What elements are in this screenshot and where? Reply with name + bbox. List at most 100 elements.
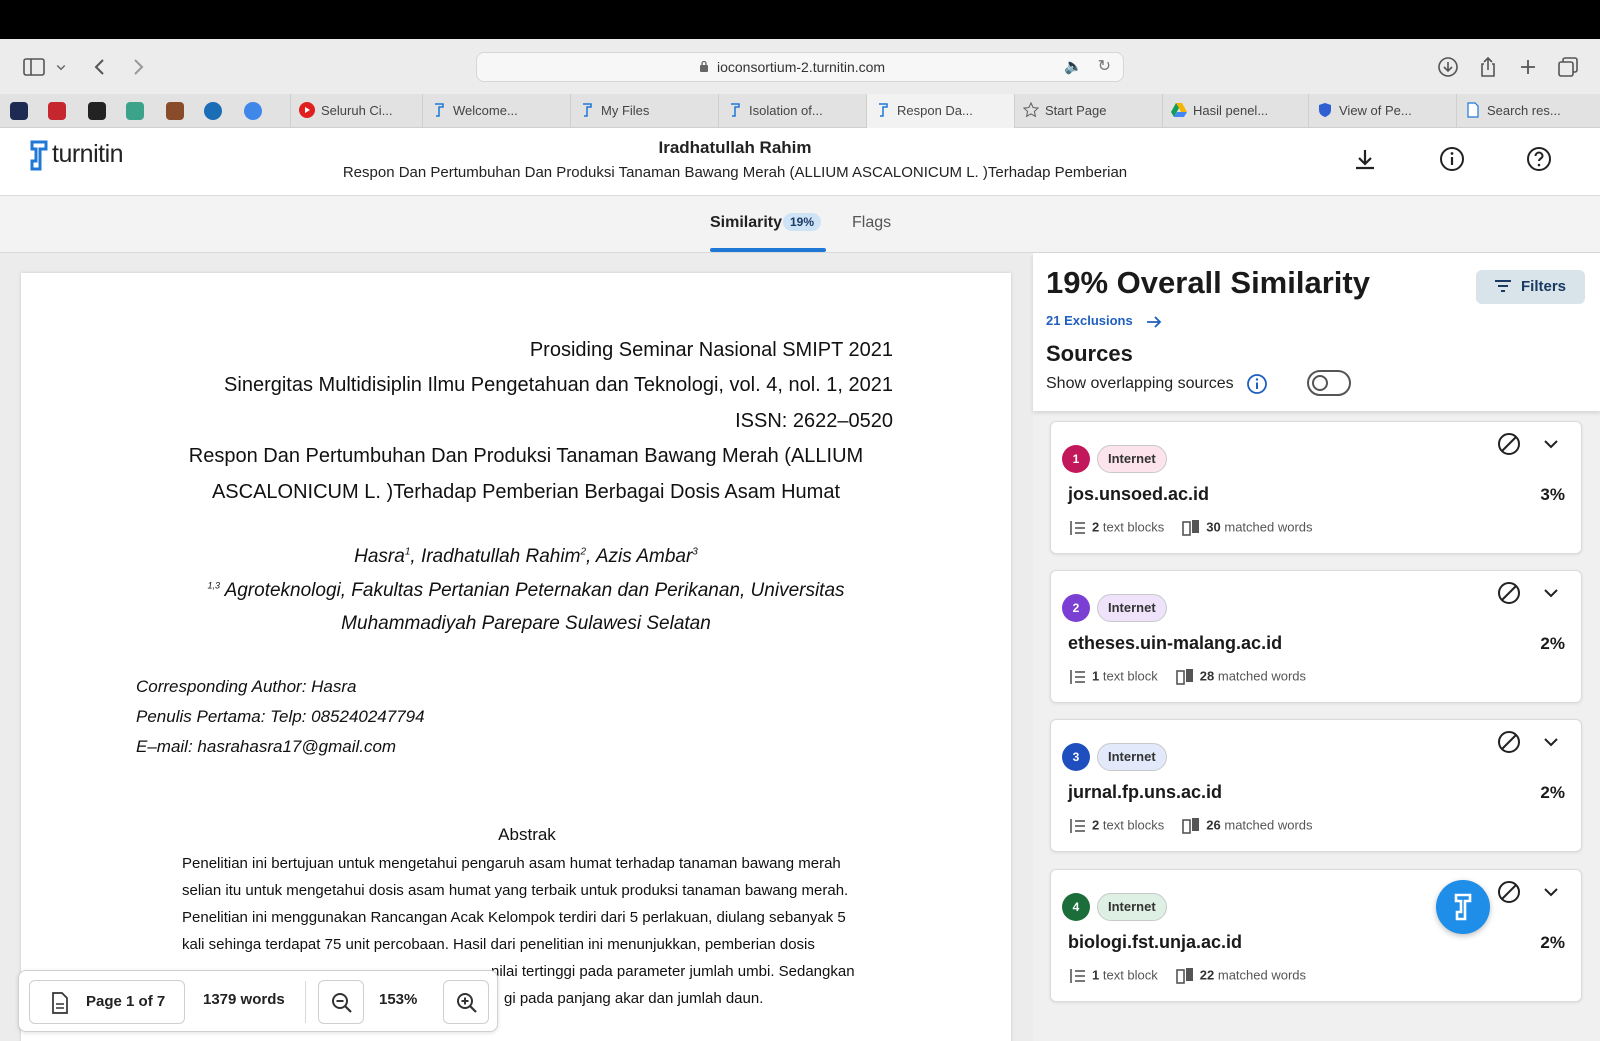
- doc-email: E–mail: hasrahasra17@gmail.com: [136, 737, 397, 756]
- document-viewer[interactable]: Prosiding Seminar Nasional SMIPT 2021 Si…: [0, 253, 1033, 1041]
- doc-corresponding: Corresponding Author: Hasra: [136, 677, 357, 696]
- overlap-toggle[interactable]: [1307, 370, 1351, 396]
- sidebar-icon[interactable]: [22, 55, 46, 79]
- tab-respon-active[interactable]: Respon Da...: [866, 94, 1014, 128]
- help-icon[interactable]: [1525, 145, 1553, 173]
- tab-start-page[interactable]: Start Page: [1014, 94, 1162, 128]
- document-heading: Iradhatullah Rahim Respon Dan Pertumbuha…: [300, 138, 1170, 181]
- source-domain[interactable]: biologi.fst.unja.ac.id: [1068, 932, 1242, 953]
- pinned-tab-icon[interactable]: [126, 102, 144, 120]
- matched-words-icon: [1182, 520, 1200, 536]
- matched-words-icon: [1175, 968, 1193, 984]
- arrow-right-icon: [1147, 315, 1162, 328]
- tab-strip: Seluruh Ci... Welcome... My Files Isolat…: [0, 94, 1600, 128]
- source-number: 2: [1062, 594, 1090, 622]
- exclusions-link[interactable]: 21 Exclusions: [1046, 313, 1162, 329]
- source-number: 4: [1062, 893, 1090, 921]
- doc-telp: Penulis Pertama: Telp: 085240247794: [136, 707, 425, 726]
- filters-button[interactable]: Filters: [1476, 270, 1585, 304]
- document-icon: [1467, 102, 1479, 118]
- filter-icon: [1495, 280, 1511, 292]
- pinned-tab-icon[interactable]: [48, 102, 66, 120]
- tab-view-of[interactable]: View of Pe...: [1308, 94, 1456, 128]
- turnitin-icon: [435, 103, 444, 117]
- exclude-icon[interactable]: [1495, 430, 1523, 458]
- browser-toolbar: ioconsortium-2.turnitin.com 🔈 ↻: [0, 39, 1600, 94]
- source-card[interactable]: 1 Internet jos.unsoed.ac.id 3% 2 text blocks…: [1050, 421, 1582, 554]
- tab-overview-icon[interactable]: [1556, 55, 1580, 79]
- download-icon[interactable]: [1436, 55, 1460, 79]
- chevron-down-icon[interactable]: [52, 55, 70, 79]
- page-toolbar: Page 1 of 7 1379 words 153%: [18, 970, 498, 1032]
- similarity-badge: 19%: [783, 213, 822, 231]
- chevron-down-icon[interactable]: [1541, 434, 1561, 454]
- doc-issn: ISSN: 2622–0520: [735, 410, 893, 432]
- url-text: ioconsortium-2.turnitin.com: [717, 59, 886, 75]
- zoom-in-button[interactable]: [443, 980, 489, 1024]
- pinned-tab-icon[interactable]: [88, 102, 106, 120]
- pinned-tab-icon[interactable]: [204, 102, 222, 120]
- source-domain[interactable]: etheses.uin-malang.ac.id: [1068, 633, 1282, 654]
- forward-icon[interactable]: [126, 55, 150, 79]
- zoom-in-icon: [457, 993, 477, 1013]
- screen: ioconsortium-2.turnitin.com 🔈 ↻ Seluruh …: [0, 0, 1600, 1041]
- chevron-down-icon[interactable]: [1541, 732, 1561, 752]
- word-count: 1379 words: [203, 991, 285, 1008]
- pinned-tab-icon[interactable]: [10, 102, 28, 120]
- back-icon[interactable]: [88, 55, 112, 79]
- text-blocks-icon: [1070, 670, 1085, 684]
- tab-similarity[interactable]: Similarity: [710, 214, 782, 232]
- doc-abstract-line: kali sehinga terdapat 75 unit percobaan.…: [182, 936, 815, 953]
- source-type-badge: Internet: [1097, 743, 1167, 771]
- speaker-icon[interactable]: 🔈: [1064, 57, 1083, 75]
- text-blocks-icon: [1070, 969, 1085, 983]
- turnitin-fab-button[interactable]: [1436, 880, 1490, 934]
- source-domain[interactable]: jos.unsoed.ac.id: [1068, 484, 1209, 505]
- matched-words-icon: [1182, 818, 1200, 834]
- doc-affiliation-1: 1,3 Agroteknologi, Fakultas Pertanian Pe…: [207, 580, 845, 601]
- doc-abstract-line: gi pada panjang akar dan jumlah daun.: [504, 990, 764, 1007]
- source-card[interactable]: 3 Internet jurnal.fp.uns.ac.id 2% 2 text blo…: [1050, 719, 1582, 852]
- source-type-badge: Internet: [1097, 594, 1167, 622]
- turnitin-icon: [583, 103, 592, 117]
- share-icon[interactable]: [1476, 55, 1500, 79]
- tab-welcome[interactable]: Welcome...: [422, 94, 570, 128]
- text-blocks-icon: [1070, 819, 1085, 833]
- chevron-down-icon[interactable]: [1541, 882, 1561, 902]
- tab-my-files[interactable]: My Files: [570, 94, 718, 128]
- logo-text[interactable]: turnitin: [52, 140, 124, 169]
- reload-icon[interactable]: ↻: [1098, 56, 1111, 76]
- source-card[interactable]: 2 Internet etheses.uin-malang.ac.id 2% 1 tex…: [1050, 570, 1582, 703]
- chevron-down-icon[interactable]: [1541, 583, 1561, 603]
- tab-flags[interactable]: Flags: [852, 214, 891, 232]
- zoom-level: 153%: [379, 991, 418, 1008]
- source-meta: 2 text blocks 30 matched words: [1068, 519, 1313, 537]
- tab-seluruh[interactable]: Seluruh Ci...: [290, 94, 422, 128]
- source-domain[interactable]: jurnal.fp.uns.ac.id: [1068, 782, 1222, 803]
- source-percentage: 2%: [1540, 783, 1565, 802]
- text-blocks-icon: [1070, 521, 1085, 535]
- exclude-icon[interactable]: [1495, 728, 1523, 756]
- exclude-icon[interactable]: [1495, 878, 1523, 906]
- pinned-tab-icon[interactable]: [166, 102, 184, 120]
- tab-search-results[interactable]: Search res...: [1456, 94, 1600, 128]
- turnitin-icon: [879, 103, 888, 117]
- page-selector-button[interactable]: Page 1 of 7: [29, 980, 185, 1024]
- address-bar[interactable]: ioconsortium-2.turnitin.com 🔈 ↻: [476, 52, 1124, 82]
- tab-isolation[interactable]: Isolation of...: [718, 94, 866, 128]
- tab-hasil[interactable]: Hasil penel...: [1162, 94, 1308, 128]
- turnitin-logo-icon[interactable]: [26, 138, 50, 174]
- overall-similarity: 19% Overall Similarity: [1046, 265, 1370, 300]
- author-name: Iradhatullah Rahim: [658, 138, 812, 157]
- zoom-out-button[interactable]: [318, 980, 364, 1024]
- doc-journal: Sinergitas Multidisiplin Ilmu Pengetahua…: [224, 374, 893, 396]
- download-icon[interactable]: [1351, 145, 1379, 173]
- new-tab-icon[interactable]: [1516, 55, 1540, 79]
- info-icon[interactable]: [1438, 145, 1466, 173]
- sources-heading: Sources: [1046, 341, 1133, 366]
- exclude-icon[interactable]: [1495, 579, 1523, 607]
- source-card[interactable]: 4 Internet biologi.fst.unja.ac.id 2% 1 text …: [1050, 869, 1582, 1002]
- info-icon[interactable]: [1246, 373, 1268, 395]
- pinned-tab-icon[interactable]: [244, 102, 262, 120]
- doc-affiliation-2: Muhammadiyah Parepare Sulawesi Selatan: [341, 613, 711, 634]
